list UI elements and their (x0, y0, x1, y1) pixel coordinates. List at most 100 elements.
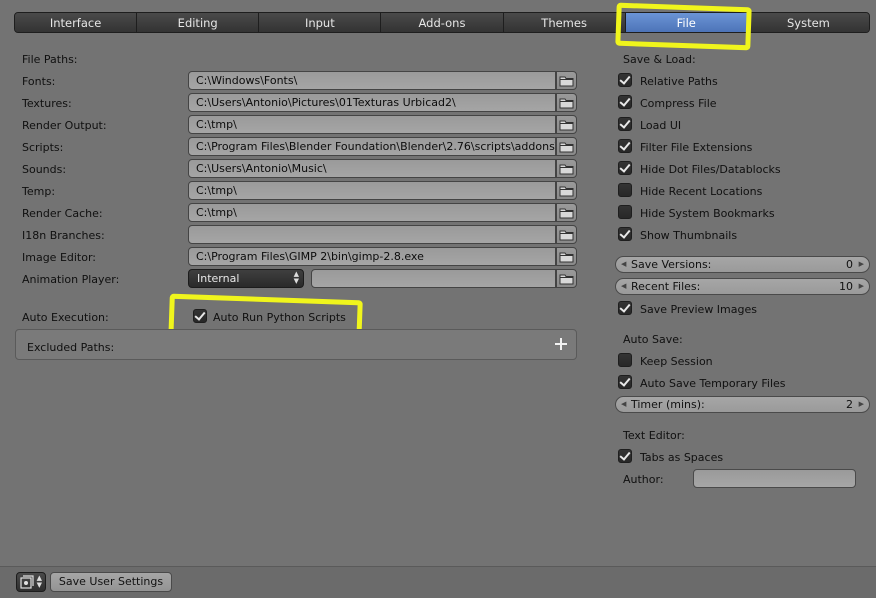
scripts-label: Scripts: (22, 141, 64, 154)
animation-player-path-field[interactable] (311, 269, 556, 288)
excluded-paths-label: Excluded Paths: (27, 341, 115, 354)
author-label: Author: (623, 473, 664, 486)
render-cache-label: Render Cache: (22, 207, 103, 220)
save-versions-field[interactable]: ◀ Save Versions: 0 ▶ (615, 256, 870, 273)
tab-system[interactable]: System (747, 13, 869, 32)
excluded-paths-panel[interactable]: Excluded Paths: (15, 329, 577, 360)
animation-player-selected: Internal (197, 272, 240, 285)
tab-file[interactable]: File (625, 13, 748, 32)
tab-input[interactable]: Input (259, 13, 382, 32)
render-cache-browse-button[interactable] (556, 203, 577, 222)
render-output-browse-button[interactable] (556, 115, 577, 134)
textures-label: Textures: (22, 97, 72, 110)
keep-session-label: Keep Session (640, 355, 713, 368)
animation-player-dropdown[interactable]: Internal ▲ ▼ (188, 269, 304, 288)
folder-icon (559, 98, 574, 109)
plus-icon[interactable] (555, 338, 567, 350)
file-paths-heading: File Paths: (22, 53, 78, 66)
save-user-settings-button[interactable]: Save User Settings (50, 572, 172, 592)
filter-file-extensions-label: Filter File Extensions (640, 141, 753, 154)
timer-label: Timer (mins): (631, 398, 705, 411)
keep-session-checkbox[interactable] (618, 353, 632, 367)
folder-icon (559, 76, 574, 87)
folder-icon (559, 120, 574, 131)
save-versions-value: 0 (846, 258, 853, 271)
folder-icon (559, 208, 574, 219)
tab-addons[interactable]: Add-ons (381, 13, 504, 32)
arrow-left-icon[interactable]: ◀ (621, 397, 626, 412)
textures-path-field[interactable]: C:\Users\Antonio\Pictures\01Texturas Urb… (188, 93, 556, 112)
temp-path-field[interactable]: C:\tmp\ (188, 181, 556, 200)
sounds-label: Sounds: (22, 163, 67, 176)
arrow-right-icon[interactable]: ▶ (859, 279, 864, 294)
fonts-path-field[interactable]: C:\Windows\Fonts\ (188, 71, 556, 90)
show-thumbnails-checkbox[interactable] (618, 227, 632, 241)
preferences-icon (20, 575, 34, 589)
auto-save-temp-checkbox[interactable] (618, 375, 632, 389)
preferences-tab-bar: Interface Editing Input Add-ons Themes F… (14, 12, 870, 33)
updown-arrows-icon: ▲ ▼ (36, 574, 42, 589)
bottom-bar: ▲ ▼ Save User Settings (0, 566, 876, 598)
image-editor-browse-button[interactable] (556, 247, 577, 266)
load-ui-label: Load UI (640, 119, 682, 132)
updown-arrows-icon: ▲ ▼ (293, 270, 299, 285)
tabs-as-spaces-label: Tabs as Spaces (640, 451, 724, 464)
recent-files-value: 10 (839, 280, 853, 293)
tab-themes[interactable]: Themes (503, 13, 626, 32)
arrow-left-icon[interactable]: ◀ (621, 279, 626, 294)
folder-icon (559, 252, 574, 263)
folder-icon (559, 186, 574, 197)
scripts-browse-button[interactable] (556, 137, 577, 156)
arrow-left-icon[interactable]: ◀ (621, 257, 626, 272)
recent-files-label: Recent Files: (631, 280, 701, 293)
recent-files-field[interactable]: ◀ Recent Files: 10 ▶ (615, 278, 870, 295)
sounds-path-field[interactable]: C:\Users\Antonio\Music\ (188, 159, 556, 178)
show-thumbnails-label: Show Thumbnails (640, 229, 738, 242)
load-ui-checkbox[interactable] (618, 117, 632, 131)
scripts-path-field[interactable]: C:\Program Files\Blender Foundation\Blen… (188, 137, 556, 156)
hide-recent-locations-label: Hide Recent Locations (640, 185, 763, 198)
sounds-browse-button[interactable] (556, 159, 577, 178)
auto-save-temp-label: Auto Save Temporary Files (640, 377, 786, 390)
fonts-browse-button[interactable] (556, 71, 577, 90)
folder-icon (559, 274, 574, 285)
compress-file-label: Compress File (640, 97, 717, 110)
image-editor-path-field[interactable]: C:\Program Files\GIMP 2\bin\gimp-2.8.exe (188, 247, 556, 266)
tab-interface[interactable]: Interface (15, 13, 138, 32)
save-load-heading: Save & Load: (623, 53, 696, 66)
i18n-branches-path-field[interactable] (188, 225, 556, 244)
auto-save-heading: Auto Save: (623, 333, 683, 346)
save-preview-images-label: Save Preview Images (640, 303, 757, 316)
editor-type-button[interactable]: ▲ ▼ (16, 572, 46, 592)
timer-value: 2 (846, 398, 853, 411)
text-editor-heading: Text Editor: (623, 429, 685, 442)
i18n-branches-label: I18n Branches: (22, 229, 105, 242)
tab-editing[interactable]: Editing (137, 13, 260, 32)
relative-paths-checkbox[interactable] (618, 73, 632, 87)
auto-run-python-label: Auto Run Python Scripts (213, 311, 346, 324)
compress-file-checkbox[interactable] (618, 95, 632, 109)
tabs-as-spaces-checkbox[interactable] (618, 449, 632, 463)
render-output-path-field[interactable]: C:\tmp\ (188, 115, 556, 134)
animation-player-label: Animation Player: (22, 273, 120, 286)
filter-file-extensions-checkbox[interactable] (618, 139, 632, 153)
hide-recent-locations-checkbox[interactable] (618, 183, 632, 197)
render-cache-path-field[interactable]: C:\tmp\ (188, 203, 556, 222)
temp-browse-button[interactable] (556, 181, 577, 200)
author-input[interactable] (693, 469, 856, 488)
i18n-branches-browse-button[interactable] (556, 225, 577, 244)
hide-system-bookmarks-checkbox[interactable] (618, 205, 632, 219)
folder-icon (559, 142, 574, 153)
save-preview-images-checkbox[interactable] (618, 301, 632, 315)
hide-system-bookmarks-label: Hide System Bookmarks (640, 207, 775, 220)
folder-icon (559, 164, 574, 175)
textures-browse-button[interactable] (556, 93, 577, 112)
animation-player-browse-button[interactable] (556, 269, 577, 288)
auto-run-python-checkbox[interactable] (193, 309, 207, 323)
image-editor-label: Image Editor: (22, 251, 97, 264)
arrow-right-icon[interactable]: ▶ (859, 397, 864, 412)
hide-dot-files-checkbox[interactable] (618, 161, 632, 175)
arrow-right-icon[interactable]: ▶ (859, 257, 864, 272)
render-output-label: Render Output: (22, 119, 107, 132)
timer-field[interactable]: ◀ Timer (mins): 2 ▶ (615, 396, 870, 413)
